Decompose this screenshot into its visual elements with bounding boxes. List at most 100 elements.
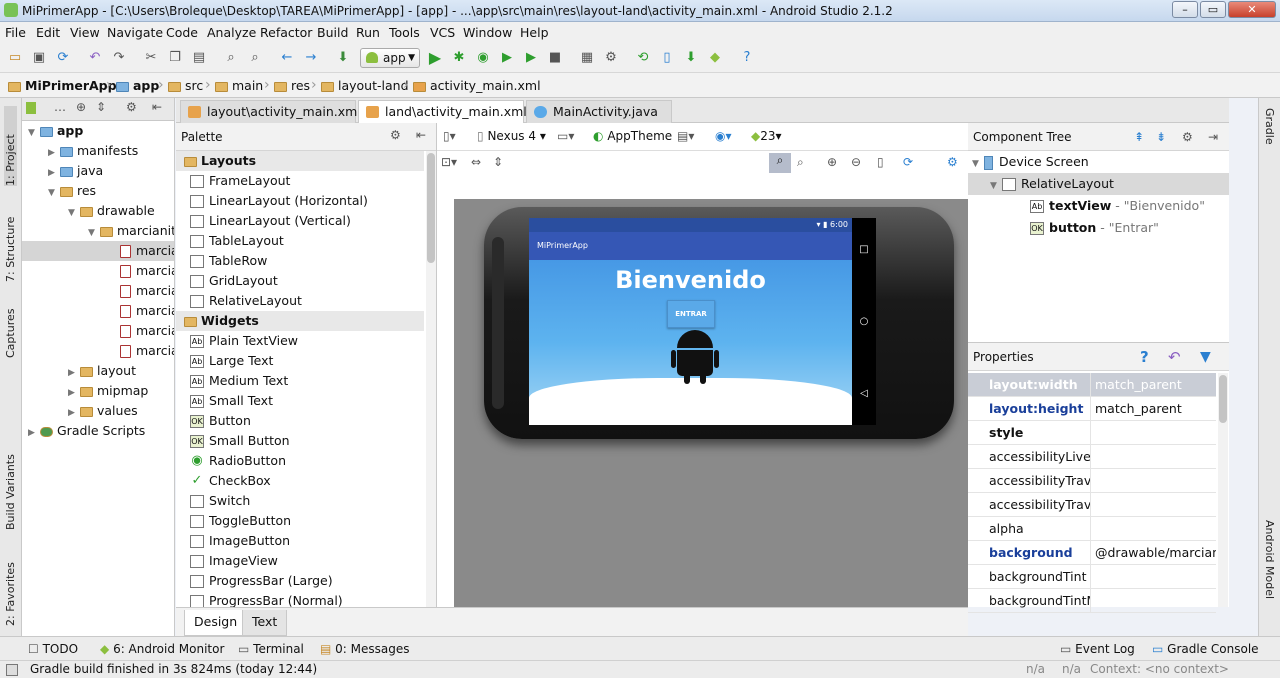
palette-item-framelayout[interactable]: FrameLayout [176,171,424,191]
property-row-alpha[interactable]: alpha [968,517,1216,541]
tab-project[interactable]: 1: Project [4,106,17,186]
palette-item-medium-text[interactable]: Ab Medium Text [176,371,424,391]
sync-gradle-icon[interactable]: ⟲ [634,50,652,66]
tree-item-marcia[interactable]: marcia [22,241,174,261]
messages-button[interactable]: ▤ 0: Messages [320,642,410,656]
property-row-accessibilitytraversalafter[interactable]: accessibilityTraversalAfter [968,469,1216,493]
close-button[interactable]: ✕ [1228,1,1276,18]
orientation-icon[interactable]: ▭▾ [557,129,574,143]
tree-item-marcia[interactable]: marcia [22,341,174,361]
tab-land-activity-main[interactable]: land\activity_main.xml✕ [358,100,544,124]
breadcrumb-main[interactable]: main [215,78,263,93]
tree-item-layout[interactable]: ▶ layout [22,361,174,383]
palette-item-plain-textview[interactable]: Ab Plain TextView [176,331,424,351]
tree-device-screen[interactable]: ▼ Device Screen [972,151,1089,173]
palette-item-imagebutton[interactable]: ImageButton [176,531,424,551]
help-icon[interactable]: ? [1140,343,1149,371]
tab-design[interactable]: Design [184,610,248,636]
tree-item-mipmap[interactable]: ▶ mipmap [22,381,174,401]
palette-group-widgets[interactable]: Widgets [176,311,424,331]
palette-item-progressbar-normal-[interactable]: ProgressBar (Normal) [176,591,424,607]
collapse-icon[interactable]: ⇕ [96,100,106,114]
gradle-console-button[interactable]: ▭ Gradle Console [1152,642,1259,656]
palette-item-button[interactable]: OK Button [176,411,424,431]
property-row-backgroundtint[interactable]: backgroundTint [968,565,1216,589]
copy-icon[interactable]: ❐ [166,50,184,66]
welcome-text[interactable]: Bienvenido [529,266,852,294]
palette-item-small-button[interactable]: OK Small Button [176,431,424,451]
todo-button[interactable]: ☐ TODO [28,642,78,656]
palette-item-togglebutton[interactable]: ToggleButton [176,511,424,531]
tree-item-app[interactable]: ▼ app [22,121,174,141]
expand-width-icon[interactable]: ⇔ [471,155,481,169]
expand-arrow-icon[interactable]: ▶ [68,363,80,383]
coverage-icon[interactable]: ▶ [498,50,516,66]
avd-manager-icon[interactable]: ▯ [658,50,676,66]
replace-icon[interactable]: ⌕ [246,50,264,66]
property-value[interactable] [1091,589,1216,612]
event-log-button[interactable]: ▭ Event Log [1060,642,1135,656]
scroll-from-source-icon[interactable]: ⊕ [76,100,86,114]
sync-icon[interactable]: ⟳ [54,50,72,66]
properties-scrollbar[interactable] [1218,373,1228,607]
hide-icon[interactable]: ⇥ [1208,123,1218,151]
property-value[interactable] [1091,517,1216,540]
expand-height-icon[interactable]: ⇕ [493,155,503,169]
layout-variant-icon[interactable]: ▯▾ [443,129,456,143]
theme-select[interactable]: ◐ AppTheme [593,129,672,143]
breadcrumb-src[interactable]: src [168,78,203,93]
tree-item-java[interactable]: ▶ java [22,161,174,183]
scroll-thumb[interactable] [427,153,435,263]
run-icon[interactable]: ▶ [426,50,444,66]
property-row-layout-height[interactable]: layout:height match_parent [968,397,1216,421]
expand-arrow-icon[interactable]: ▼ [48,183,60,203]
property-row-accessibilityliveregion[interactable]: accessibilityLiveRegion [968,445,1216,469]
forward-icon[interactable]: → [302,50,320,66]
expand-arrow-icon[interactable]: ▼ [68,203,80,223]
palette-item-checkbox[interactable]: ✓ CheckBox [176,471,424,491]
device-screen[interactable]: ▾ ▮ 6:00 MiPrimerApp Bienvenido ENTRAR [529,218,852,425]
zoom-in-icon[interactable]: ⊕ [827,155,837,169]
property-value[interactable]: match_parent [1091,397,1216,420]
expand-arrow-icon[interactable]: ▶ [48,163,60,183]
maximize-button[interactable]: ▭ [1200,1,1226,18]
zoom-1-1-icon[interactable]: ⌕ [797,155,804,170]
menu-tools[interactable]: Tools [389,25,420,40]
property-row-accessibilitytraversalbefore[interactable]: accessibilityTraversalBefore [968,493,1216,517]
tab-layout-activity-main[interactable]: layout\activity_main.xml✕ [180,100,378,123]
android-monitor-button[interactable]: ◆ 6: Android Monitor [100,642,224,656]
menu-navigate[interactable]: Navigate [107,25,163,40]
palette-item-switch[interactable]: Switch [176,491,424,511]
activity-icon[interactable]: ▤▾ [677,129,694,143]
fit-screen-icon[interactable]: ⊡▾ [441,155,457,169]
zoom-actual-icon[interactable]: ⌕ [769,153,791,173]
tree-item-values[interactable]: ▶ values [22,401,174,421]
help-icon[interactable]: ? [738,50,756,66]
property-value[interactable]: @drawable/marcianito [1091,541,1216,564]
tab-build-variants[interactable]: Build Variants [4,430,17,530]
refresh-icon[interactable]: ⟳ [903,155,913,169]
paste-icon[interactable]: ▤ [190,50,208,66]
property-value[interactable] [1091,445,1216,468]
breadcrumb-app[interactable]: app [116,78,159,93]
tree-button[interactable]: OK button - "Entrar" [1030,217,1159,239]
status-message[interactable]: Gradle build finished in 3s 824ms (today… [30,661,317,678]
menu-help[interactable]: Help [520,25,549,40]
menu-file[interactable]: File [5,25,26,40]
menu-run[interactable]: Run [356,25,380,40]
tree-textview[interactable]: Ab textView - "Bienvenido" [1030,195,1205,217]
menu-analyze[interactable]: Analyze [207,25,256,40]
property-row-backgroundtintmode[interactable]: backgroundTintMode [968,589,1216,613]
menu-code[interactable]: Code [166,25,198,40]
palette-item-radiobutton[interactable]: ◉ RadioButton [176,451,424,471]
scroll-thumb[interactable] [1219,375,1227,423]
palette-item-tablerow[interactable]: TableRow [176,251,424,271]
device-select[interactable]: ▯ Nexus 4 ▾ [477,129,546,143]
panel-toggle-icon[interactable] [6,664,18,676]
palette-item-linearlayout-vertical-[interactable]: LinearLayout (Vertical) [176,211,424,231]
zoom-out-icon[interactable]: ⊖ [851,155,861,169]
screenshot-icon[interactable]: ▯ [877,155,884,169]
tree-item-marcia[interactable]: marcia [22,321,174,341]
gear-icon[interactable]: ⚙ [1182,123,1193,151]
property-value[interactable] [1091,421,1216,444]
